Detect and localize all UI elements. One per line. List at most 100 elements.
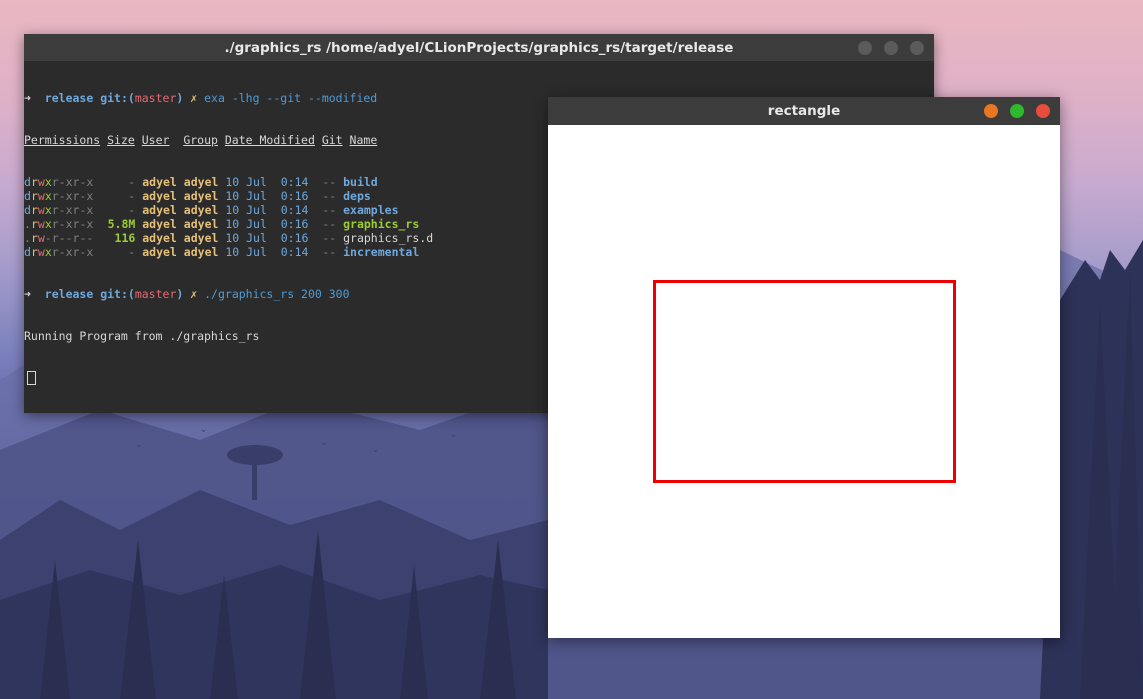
file-size: 116	[114, 231, 136, 245]
perm-write: w	[37, 231, 45, 245]
prompt-git-suffix: )	[176, 287, 184, 301]
file-group: adyel	[183, 203, 219, 217]
file-size: -	[128, 189, 136, 203]
perm-write: w	[37, 217, 45, 231]
perm-read: r	[30, 189, 38, 203]
file-group: adyel	[183, 175, 219, 189]
file-date: 10 Jul 0:16	[225, 231, 309, 245]
terminal-window-controls	[858, 41, 924, 55]
maximize-button[interactable]	[884, 41, 898, 55]
perm-exec: x	[44, 189, 52, 203]
bird-decoration: ⌄	[200, 425, 208, 435]
perm-read: r	[30, 217, 38, 231]
prompt-git-suffix: )	[176, 91, 184, 105]
perm-write: w	[37, 175, 45, 189]
header-git: Git	[321, 133, 343, 147]
perm-write: w	[37, 203, 45, 217]
perm-read: r	[30, 175, 38, 189]
drawing-canvas[interactable]	[548, 125, 1060, 638]
file-date: 10 Jul 0:14	[225, 175, 309, 189]
perm-type: d	[24, 189, 31, 203]
file-size: -	[128, 175, 136, 189]
file-name: graphics_rs.d	[343, 231, 434, 245]
bird-decoration: ⌄	[450, 430, 458, 440]
bird-decoration: ⌄	[135, 440, 143, 450]
file-name: build	[343, 175, 378, 189]
close-button[interactable]	[910, 41, 924, 55]
minimize-button[interactable]	[984, 104, 998, 118]
prompt-dir: release	[44, 91, 94, 105]
file-name: graphics_rs	[343, 217, 420, 231]
perm-type: d	[24, 245, 31, 259]
file-size: -	[128, 203, 136, 217]
file-date: 10 Jul 0:16	[225, 217, 309, 231]
perm-read: r	[30, 231, 38, 245]
file-group: adyel	[183, 245, 219, 259]
maximize-button[interactable]	[1010, 104, 1024, 118]
header-group: Group	[183, 133, 218, 147]
bird-decoration: ⌄	[372, 445, 380, 455]
perm-rest: r-xr-x	[51, 203, 94, 217]
rectangle-window-title: rectangle	[767, 103, 841, 119]
prompt-branch: master	[134, 91, 177, 105]
perm-write: w	[37, 245, 45, 259]
file-git-status: --	[322, 189, 337, 203]
prompt-arrow: ➜	[24, 91, 31, 105]
perm-rest: r-xr-x	[51, 245, 94, 259]
header-name: Name	[349, 133, 378, 147]
perm-type: d	[24, 175, 31, 189]
prompt-dir: release	[44, 287, 94, 301]
prompt-branch: master	[134, 287, 177, 301]
prompt-command: ./graphics_rs 200 300	[204, 287, 350, 301]
prompt-command: exa -lhg --git --modified	[204, 91, 378, 105]
file-date: 10 Jul 0:14	[225, 245, 309, 259]
perm-read: r	[30, 245, 38, 259]
file-date: 10 Jul 0:16	[225, 189, 309, 203]
file-name: examples	[343, 203, 399, 217]
drawn-rectangle	[653, 280, 956, 483]
rectangle-window[interactable]: rectangle	[548, 97, 1060, 638]
prompt-arrow: ➜	[24, 287, 31, 301]
perm-exec: x	[44, 245, 52, 259]
perm-rest: r-xr-x	[51, 217, 94, 231]
file-group: adyel	[183, 189, 219, 203]
header-user: User	[141, 133, 170, 147]
header-size: Size	[107, 133, 135, 147]
file-size: 5.8M	[107, 217, 136, 231]
prompt-dirty: ✗	[190, 91, 198, 105]
file-group: adyel	[183, 231, 219, 245]
perm-rest: r-xr-x	[51, 189, 94, 203]
terminal-title: ./graphics_rs /home/adyel/CLionProjects/…	[224, 39, 734, 56]
file-git-status: --	[322, 203, 337, 217]
minimize-button[interactable]	[858, 41, 872, 55]
file-name: deps	[343, 189, 371, 203]
file-name: incremental	[343, 245, 420, 259]
prompt-git-prefix: git:(	[100, 287, 135, 301]
file-group: adyel	[183, 217, 219, 231]
file-git-status: --	[322, 175, 337, 189]
perm-read: r	[30, 203, 38, 217]
header-date: Date Modified	[224, 133, 315, 147]
perm-type: .	[24, 217, 31, 231]
file-git-status: --	[322, 245, 337, 259]
close-button[interactable]	[1036, 104, 1050, 118]
perm-exec: x	[44, 217, 52, 231]
file-date: 10 Jul 0:14	[225, 203, 309, 217]
perm-rest: r--r--	[51, 231, 94, 245]
file-user: adyel	[142, 245, 177, 259]
perm-type: d	[24, 203, 31, 217]
file-git-status: --	[322, 231, 337, 245]
file-user: adyel	[142, 217, 177, 231]
perm-exec: -	[44, 231, 52, 245]
rectangle-titlebar[interactable]: rectangle	[548, 97, 1060, 125]
file-git-status: --	[322, 217, 337, 231]
file-user: adyel	[142, 203, 177, 217]
header-permissions: Permissions	[24, 133, 101, 147]
perm-exec: x	[44, 175, 52, 189]
file-user: adyel	[142, 189, 177, 203]
prompt-git-prefix: git:(	[100, 91, 135, 105]
rectangle-window-controls	[984, 104, 1050, 118]
terminal-titlebar[interactable]: ./graphics_rs /home/adyel/CLionProjects/…	[24, 34, 934, 62]
perm-write: w	[37, 189, 45, 203]
prompt-dirty: ✗	[190, 287, 198, 301]
